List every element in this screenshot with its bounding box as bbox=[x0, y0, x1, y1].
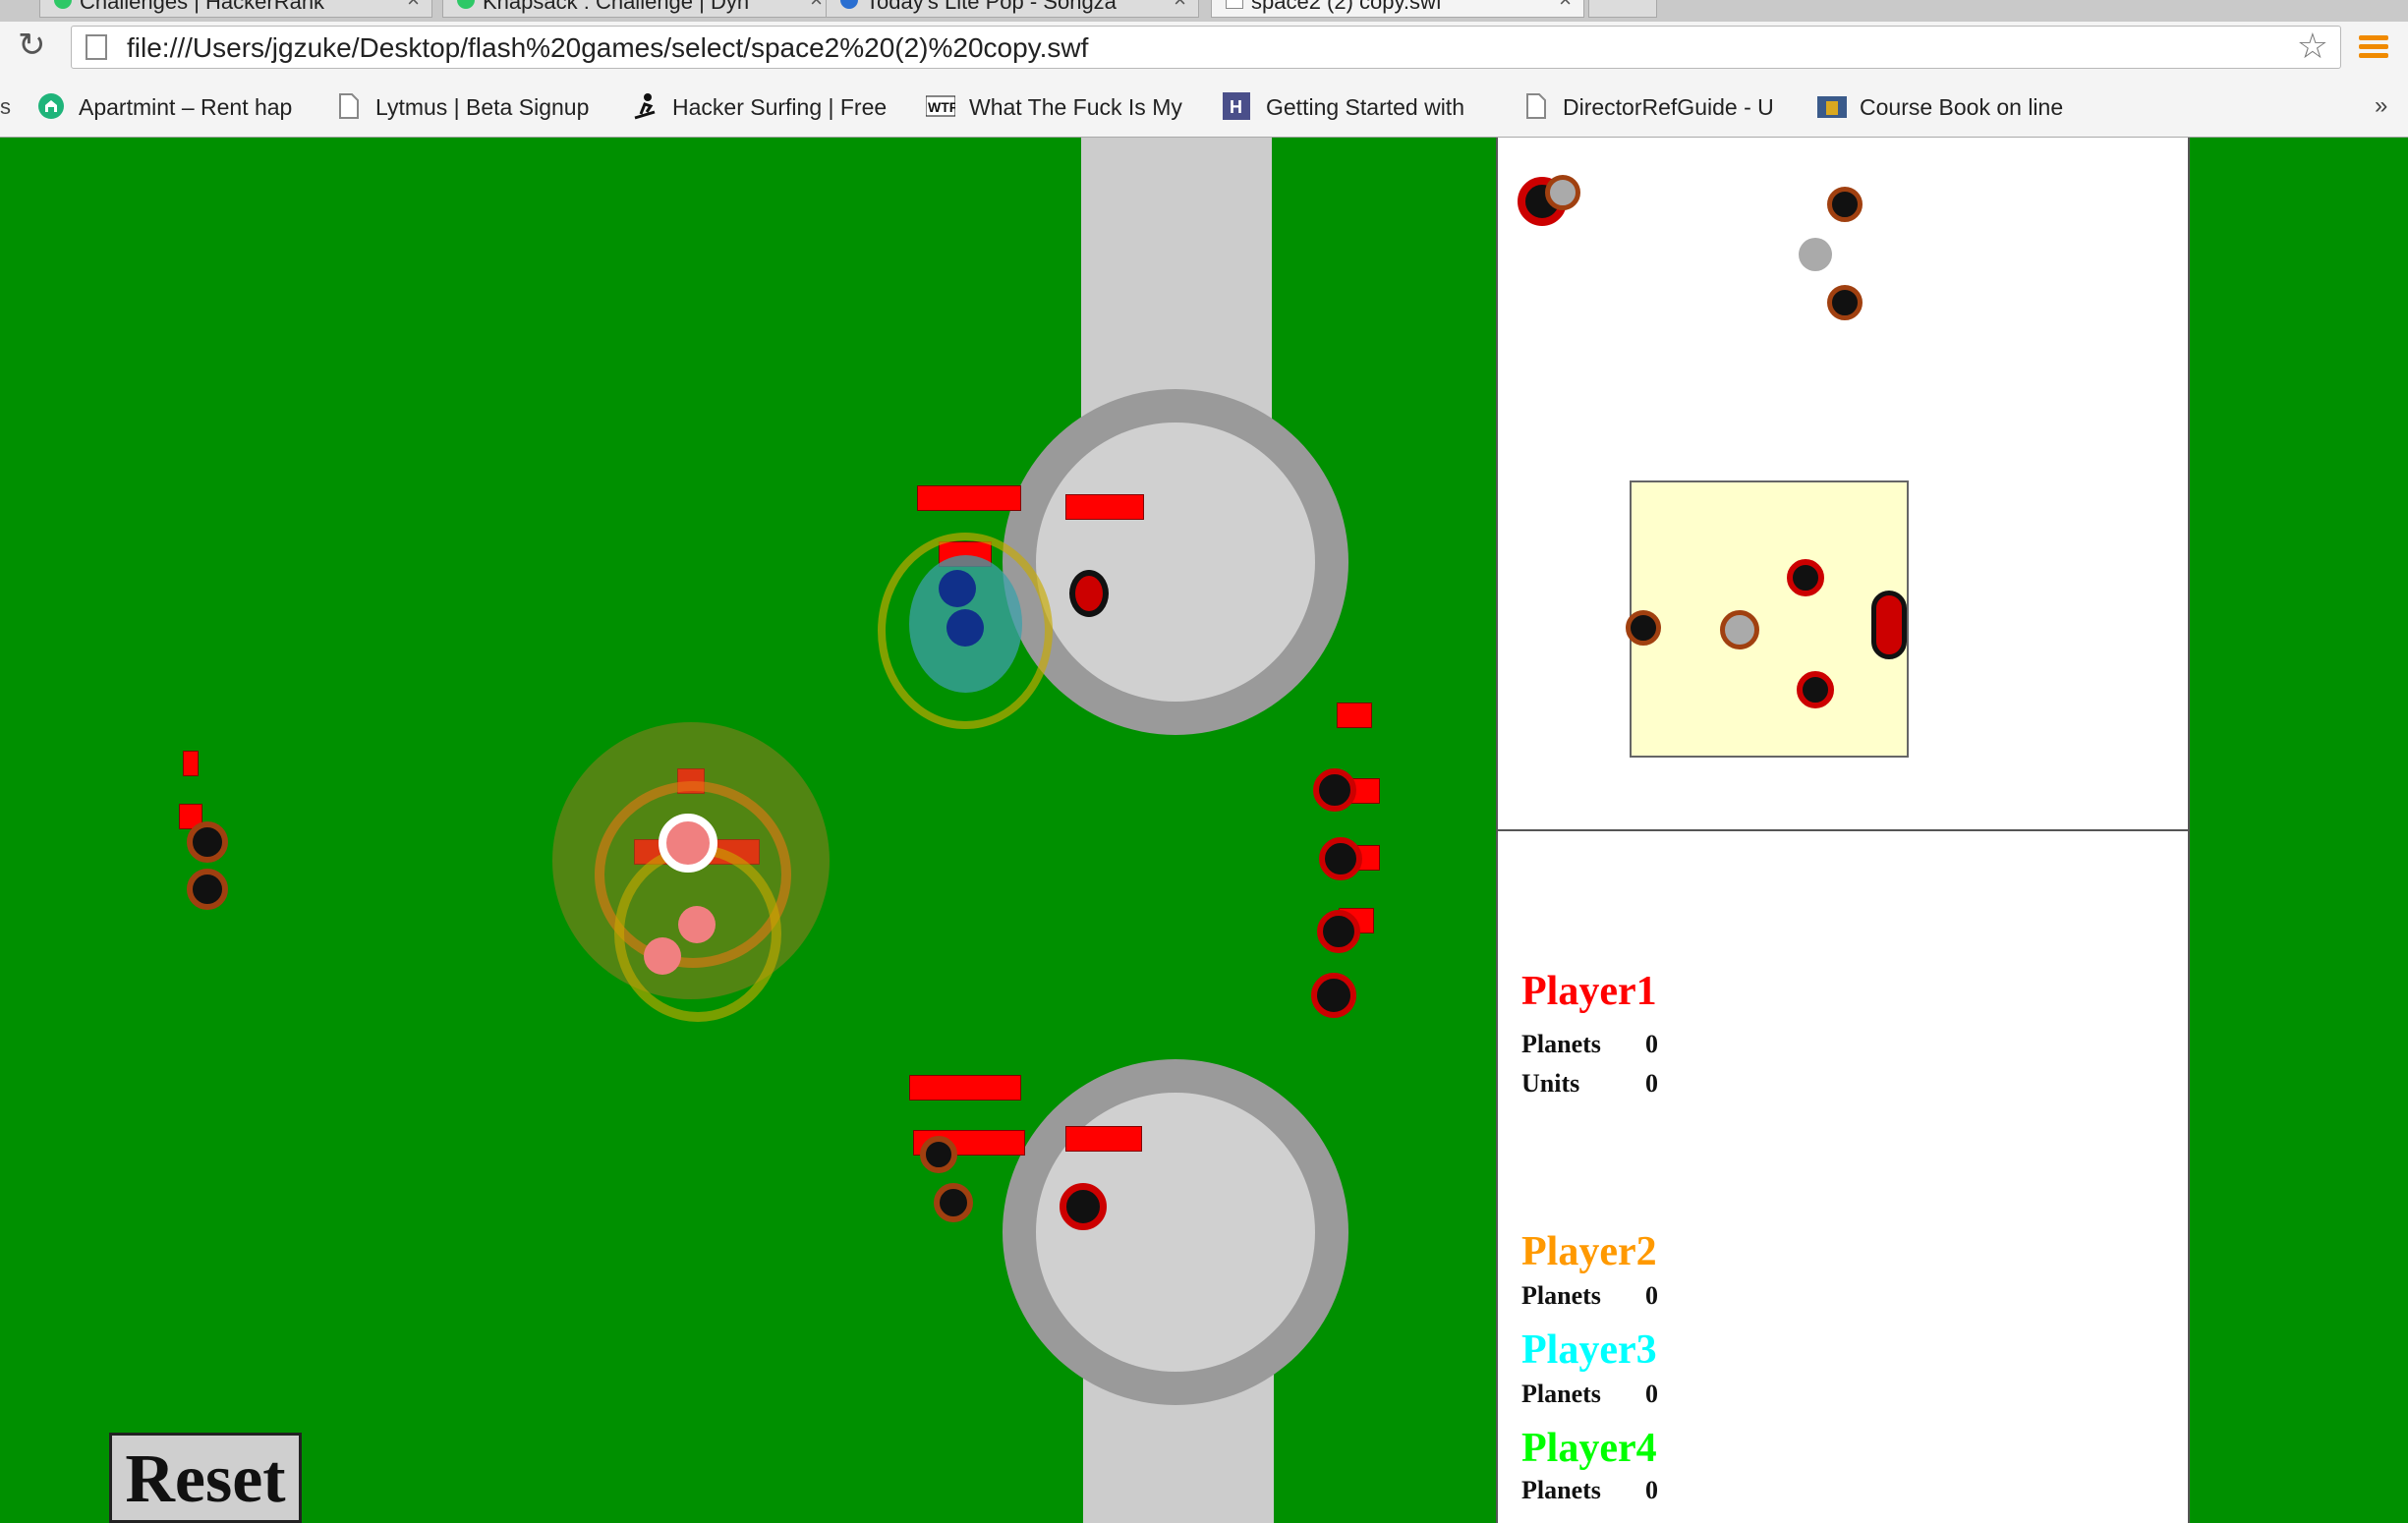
player1-unit[interactable] bbox=[1060, 1183, 1107, 1230]
preview-unit bbox=[1787, 559, 1824, 596]
panel-divider bbox=[1498, 829, 2188, 831]
player2-unit[interactable] bbox=[187, 869, 228, 910]
apartmint-icon bbox=[37, 92, 65, 120]
bookmark-hacker-surfing[interactable]: Hacker Surfing | Free bbox=[672, 94, 898, 121]
selected-unit-preview bbox=[1626, 480, 1909, 758]
tab-space2-swf[interactable]: space2 (2) copy.swf × bbox=[1211, 0, 1584, 18]
player1-unit[interactable] bbox=[1319, 837, 1362, 880]
hackerrank-icon bbox=[54, 0, 72, 9]
tab-title: Challenges | HackerRank bbox=[80, 0, 325, 14]
player1-unit[interactable] bbox=[1317, 910, 1360, 953]
player3-name: Player3 bbox=[1521, 1327, 1657, 1373]
planet-top[interactable] bbox=[1036, 423, 1315, 702]
player4-name: Player4 bbox=[1521, 1426, 1657, 1471]
health-bar bbox=[183, 751, 199, 776]
bookmark-director-ref-guide[interactable]: DirectorRefGuide - U bbox=[1563, 94, 1791, 121]
h-icon: H bbox=[1223, 92, 1250, 120]
player2-unit[interactable] bbox=[920, 1136, 957, 1173]
player3-unit[interactable] bbox=[939, 570, 976, 607]
page-icon bbox=[1521, 92, 1549, 120]
player2-unit[interactable] bbox=[934, 1183, 973, 1222]
player2-unit[interactable] bbox=[644, 937, 681, 975]
svg-text:WTF: WTF bbox=[928, 99, 955, 115]
preview-unit bbox=[1626, 610, 1661, 646]
wtf-icon: WTF bbox=[925, 92, 958, 120]
book-icon bbox=[1816, 92, 1847, 120]
player3-planets-value: 0 bbox=[1645, 1380, 1658, 1408]
player3-unit[interactable] bbox=[946, 609, 984, 647]
close-icon[interactable]: × bbox=[810, 0, 823, 13]
battlefield[interactable]: Reset bbox=[0, 138, 1497, 1523]
health-bar bbox=[917, 485, 1021, 511]
tab-hackerrank-challenges[interactable]: Challenges | HackerRank × bbox=[39, 0, 432, 18]
bookmark-course-book[interactable]: Course Book on line bbox=[1860, 94, 2125, 121]
health-bar bbox=[1337, 703, 1372, 728]
player1-name: Player1 bbox=[1521, 969, 1657, 1014]
player1-planets-value: 0 bbox=[1645, 1030, 1658, 1058]
player3-planets-label: Planets bbox=[1521, 1380, 1601, 1408]
hackerrank-icon bbox=[457, 0, 475, 9]
bookmarks-overflow-chevron[interactable]: » bbox=[2375, 92, 2387, 120]
road-top bbox=[1081, 138, 1272, 432]
player2-name: Player2 bbox=[1521, 1229, 1657, 1274]
reload-icon[interactable]: ↻ bbox=[18, 28, 46, 63]
preview-unit bbox=[1797, 671, 1834, 708]
roster-unit[interactable] bbox=[1799, 238, 1832, 271]
roster-unit-player2[interactable] bbox=[1545, 175, 1580, 210]
bookmark-apartmint[interactable]: Apartmint – Rent hap bbox=[79, 94, 307, 121]
bookmark-getting-started[interactable]: Getting Started with bbox=[1266, 94, 1492, 121]
preview-unit bbox=[1720, 610, 1759, 649]
side-panel: Player1 Planets 0 Units 0 Player2 Planet… bbox=[1496, 138, 2190, 1523]
player4-planets-label: Planets bbox=[1521, 1476, 1601, 1504]
player1-unit[interactable] bbox=[1069, 570, 1109, 617]
player1-unit[interactable] bbox=[1311, 973, 1356, 1018]
new-tab-button[interactable] bbox=[1588, 0, 1657, 18]
player2-planets-label: Planets bbox=[1521, 1281, 1601, 1310]
health-bar bbox=[1065, 1126, 1142, 1152]
bookmark-lytmus[interactable]: Lytmus | Beta Signup bbox=[375, 94, 611, 121]
page-icon bbox=[86, 34, 107, 60]
surfer-icon bbox=[631, 92, 659, 120]
tab-strip: Challenges | HackerRank × Knapsack : Cha… bbox=[0, 0, 2408, 22]
page-icon bbox=[334, 92, 362, 120]
bookmark-wtf[interactable]: What The Fuck Is My bbox=[969, 94, 1195, 121]
svg-text:H: H bbox=[1230, 97, 1242, 117]
player4-planets-value: 0 bbox=[1645, 1476, 1658, 1504]
tab-title: Knapsack : Challenge | Dyn bbox=[483, 0, 750, 14]
player1-units-label: Units bbox=[1521, 1069, 1580, 1098]
bookmarks-edge-glyph: s bbox=[0, 94, 11, 119]
tab-knapsack[interactable]: Knapsack : Challenge | Dyn × bbox=[442, 0, 835, 18]
close-icon[interactable]: × bbox=[407, 0, 420, 13]
roster-unit-player2[interactable] bbox=[1827, 187, 1863, 222]
close-icon[interactable]: × bbox=[1174, 0, 1186, 13]
player2-unit[interactable] bbox=[187, 821, 228, 863]
bookmarks-bar: s Apartmint – Rent hap Lytmus | Beta Sig… bbox=[0, 71, 2408, 138]
flash-game-canvas[interactable]: Reset Player1 Planets 0 Units 0 Player2 … bbox=[0, 138, 2408, 1523]
tab-title: Today's Lite Pop - Songza bbox=[866, 0, 1117, 14]
health-bar bbox=[909, 1075, 1021, 1100]
browser-toolbar: ↻ file:///Users/jgzuke/Desktop/flash%20g… bbox=[0, 22, 2408, 71]
url-text[interactable]: file:///Users/jgzuke/Desktop/flash%20gam… bbox=[127, 32, 1088, 64]
player1-planets-label: Planets bbox=[1521, 1030, 1601, 1058]
close-icon[interactable]: × bbox=[1559, 0, 1572, 13]
player2-unit[interactable] bbox=[659, 814, 717, 873]
menu-icon[interactable] bbox=[2359, 35, 2388, 59]
roster-unit-player2[interactable] bbox=[1827, 285, 1863, 320]
player1-unit[interactable] bbox=[1313, 768, 1356, 812]
tab-title: space2 (2) copy.swf bbox=[1251, 0, 1443, 14]
tab-songza[interactable]: Today's Lite Pop - Songza × bbox=[826, 0, 1199, 18]
address-bar[interactable]: file:///Users/jgzuke/Desktop/flash%20gam… bbox=[71, 26, 2341, 69]
songza-icon bbox=[840, 0, 858, 9]
player1-units-value: 0 bbox=[1645, 1069, 1658, 1098]
health-bar bbox=[1065, 494, 1144, 520]
reset-button[interactable]: Reset bbox=[109, 1433, 302, 1523]
page-icon bbox=[1226, 0, 1243, 9]
preview-unit bbox=[1871, 591, 1907, 659]
player2-planets-value: 0 bbox=[1645, 1281, 1658, 1310]
star-icon[interactable]: ☆ bbox=[2297, 27, 2328, 66]
player2-unit[interactable] bbox=[678, 906, 716, 943]
